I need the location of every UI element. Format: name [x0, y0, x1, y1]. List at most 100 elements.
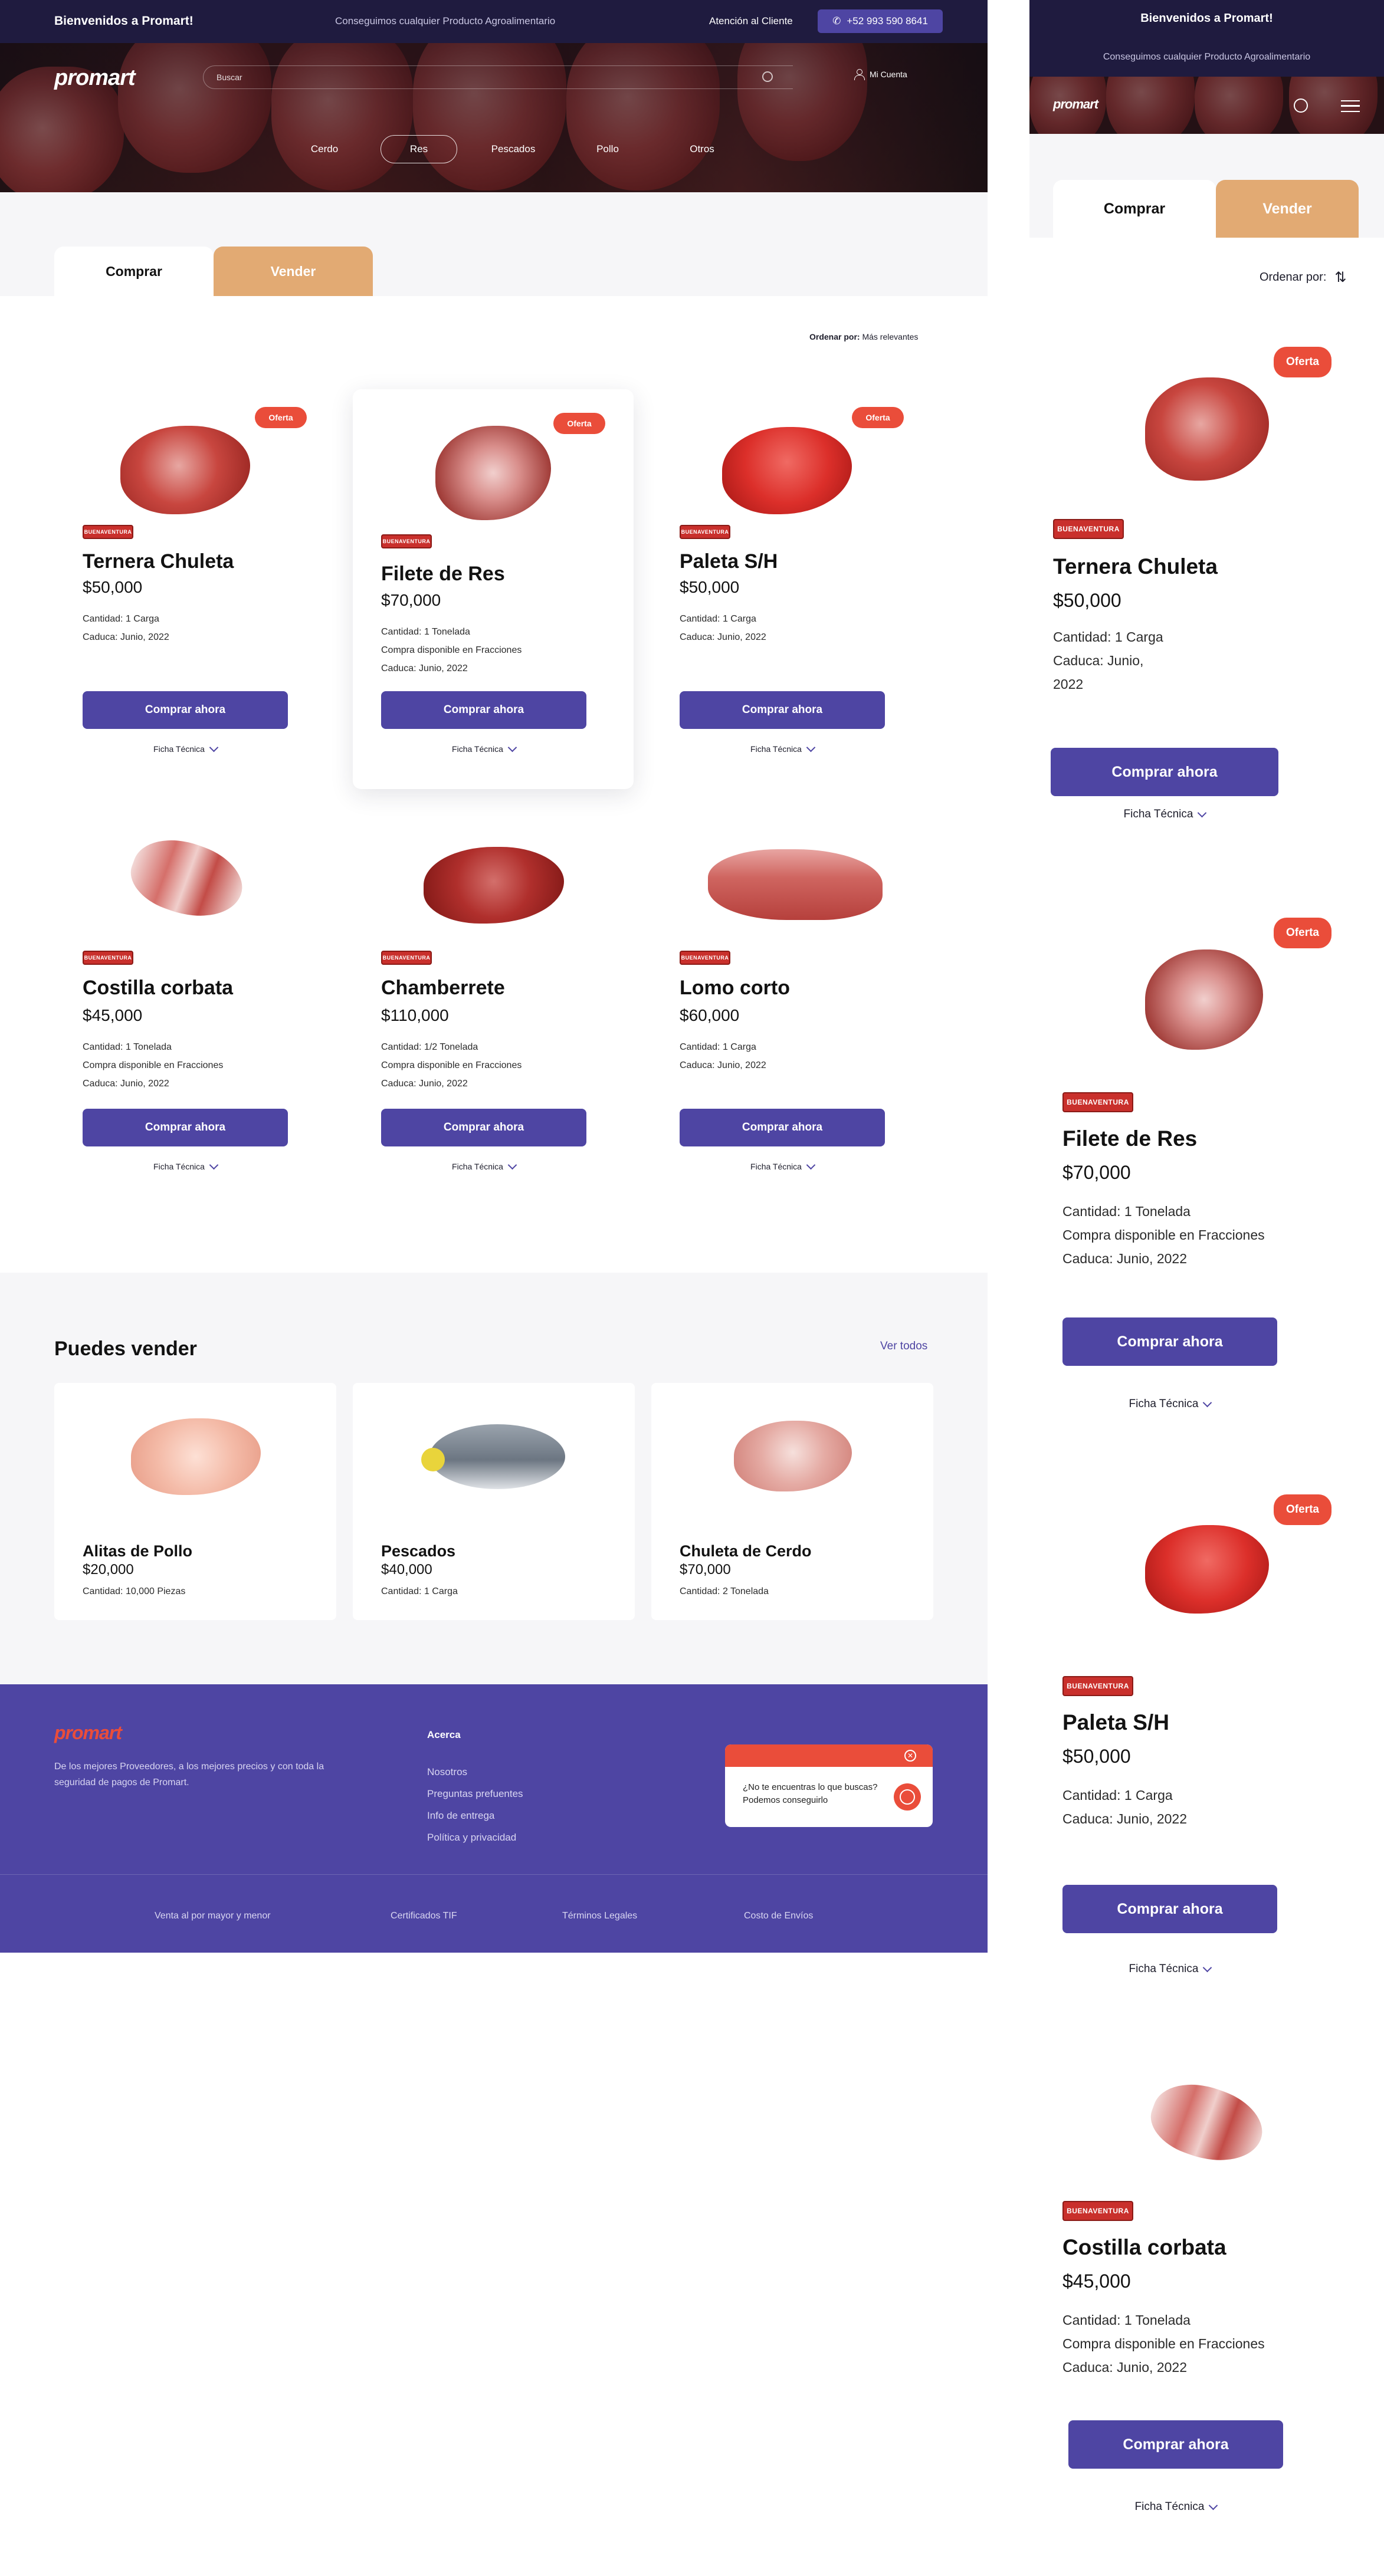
product-name: Costilla corbata	[1062, 2235, 1226, 2259]
tab-vender[interactable]: Vender	[1216, 180, 1359, 238]
buy-now-button[interactable]: Comprar ahora	[680, 1109, 885, 1146]
ficha-label: Ficha Técnica	[153, 744, 205, 754]
product-card[interactable]: Oferta BUENAVENTURA Filete de Res $70,00…	[353, 389, 634, 789]
buy-now-button[interactable]: Comprar ahora	[1051, 748, 1278, 796]
close-icon[interactable]: ✕	[904, 1750, 916, 1762]
product-detail-line: Cantidad: 1 Tonelada	[83, 1042, 172, 1052]
sort-icon: ⇅	[1334, 270, 1347, 285]
chevron-down-icon	[1203, 1963, 1212, 1972]
menu-icon[interactable]	[1341, 100, 1360, 112]
product-price: $60,000	[680, 1006, 740, 1024]
sell-card[interactable]: Alitas de Pollo $20,000 Cantidad: 10,000…	[54, 1383, 336, 1620]
buy-now-button[interactable]: Comprar ahora	[381, 1109, 586, 1146]
account-link[interactable]: Mi Cuenta	[854, 69, 907, 80]
mobile-product-card[interactable]: Oferta BUENAVENTURA Filete de Res $70,00…	[1029, 908, 1384, 1427]
sell-heading: Puedes vender	[54, 1338, 197, 1360]
buy-now-button[interactable]: Comprar ahora	[1062, 1317, 1277, 1366]
sell-card[interactable]: Chuleta de Cerdo $70,000 Cantidad: 2 Ton…	[651, 1383, 933, 1620]
mobile-product-card[interactable]: Oferta BUENAVENTURA Ternera Chuleta $50,…	[1029, 330, 1384, 849]
phone-button[interactable]: ✆ +52 993 590 8641	[818, 9, 943, 33]
brand-logo: BUENAVENTURA	[381, 534, 432, 548]
ficha-tecnica-toggle[interactable]: Ficha Técnica	[680, 1160, 885, 1171]
mobile-sort-control[interactable]: Ordenar por: ⇅	[1260, 269, 1347, 286]
tab-vender[interactable]: Vender	[214, 247, 373, 296]
product-detail-line: Caduca: Junio, 2022	[381, 1079, 468, 1089]
footer-link-nosotros[interactable]: Nosotros	[427, 1761, 523, 1783]
category-cerdo[interactable]: Cerdo	[277, 135, 372, 163]
sort-label: Ordenar por:	[1260, 271, 1327, 284]
ficha-tecnica-toggle[interactable]: Ficha Técnica	[381, 1160, 586, 1171]
chevron-down-icon	[1198, 808, 1207, 817]
tab-comprar[interactable]: Comprar	[1053, 180, 1216, 238]
footer-link-delivery[interactable]: Info de entrega	[427, 1805, 523, 1826]
ficha-tecnica-toggle[interactable]: Ficha Técnica	[1068, 2501, 1283, 2513]
ficha-tecnica-toggle[interactable]: Ficha Técnica	[381, 742, 586, 754]
ficha-tecnica-toggle[interactable]: Ficha Técnica	[680, 742, 885, 754]
footer-link-privacy[interactable]: Política y privacidad	[427, 1826, 523, 1848]
promart-logo[interactable]: promart	[54, 65, 136, 91]
buy-now-button[interactable]: Comprar ahora	[1068, 2420, 1283, 2469]
footer-link-faq[interactable]: Preguntas prefuentes	[427, 1783, 523, 1805]
product-detail-line: Cantidad: 1 Carga	[1062, 1788, 1173, 1803]
footer-bottom-link[interactable]: Venta al por mayor y menor	[155, 1911, 271, 1921]
product-detail-line: Cantidad: 1 Carga	[83, 614, 159, 624]
search-input[interactable]: Buscar	[203, 65, 793, 89]
buy-now-button[interactable]: Comprar ahora	[680, 691, 885, 729]
mobile-product-card[interactable]: BUENAVENTURA Costilla corbata $45,000 Ca…	[1029, 2064, 1384, 2576]
footer-links: Nosotros Preguntas prefuentes Info de en…	[427, 1761, 523, 1848]
mobile-product-card[interactable]: Oferta BUENAVENTURA Paleta S/H $50,000 C…	[1029, 1486, 1384, 1982]
product-name: Filete de Res	[1062, 1126, 1198, 1151]
customer-service-link[interactable]: Atención al Cliente	[709, 15, 793, 27]
product-detail-line: Caduca: Junio, 2022	[1062, 1251, 1187, 1266]
ficha-tecnica-toggle[interactable]: Ficha Técnica	[1062, 1398, 1277, 1411]
product-name: Filete de Res	[381, 563, 505, 585]
product-detail-line: Cantidad: 1 Tonelada	[1062, 2312, 1190, 2328]
tab-comprar[interactable]: Comprar	[54, 247, 214, 296]
brand-logo: BUENAVENTURA	[83, 951, 133, 965]
product-price: $50,000	[1053, 590, 1121, 611]
category-pollo[interactable]: Pollo	[560, 135, 655, 163]
product-card[interactable]: BUENAVENTURA Chamberrete $110,000 Cantid…	[353, 814, 634, 1197]
category-pescados[interactable]: Pescados	[466, 135, 560, 163]
footer-bottom-link[interactable]: Certificados TIF	[391, 1911, 457, 1921]
chevron-down-icon	[209, 1160, 219, 1169]
mobile-tab-area: Comprar Vender	[1029, 134, 1384, 238]
whatsapp-button[interactable]	[894, 1783, 921, 1811]
category-otros[interactable]: Otros	[655, 135, 749, 163]
footer-logo[interactable]: promart	[54, 1722, 122, 1744]
see-all-link[interactable]: Ver todos	[880, 1340, 927, 1353]
footer-bottom-link[interactable]: Términos Legales	[562, 1911, 637, 1921]
ficha-tecnica-toggle[interactable]: Ficha Técnica	[83, 742, 288, 754]
sell-card[interactable]: Pescados $40,000 Cantidad: 1 Carga	[353, 1383, 635, 1620]
sell-section: Puedes vender Ver todos Alitas de Pollo …	[0, 1273, 988, 1684]
product-name: Ternera Chuleta	[1053, 554, 1218, 579]
buy-now-button[interactable]: Comprar ahora	[381, 691, 586, 729]
product-price: $70,000	[1062, 1162, 1131, 1183]
category-res[interactable]: Res	[381, 135, 457, 163]
product-image	[722, 427, 852, 514]
product-card[interactable]: Oferta BUENAVENTURA Ternera Chuleta $50,…	[54, 383, 335, 767]
footer-bottom-link[interactable]: Costo de Envíos	[744, 1911, 813, 1921]
chevron-down-icon	[507, 742, 517, 752]
ficha-tecnica-toggle[interactable]: Ficha Técnica	[1051, 808, 1278, 821]
ficha-label: Ficha Técnica	[1129, 1963, 1199, 1975]
product-name: Ternera Chuleta	[83, 550, 234, 573]
chevron-down-icon	[806, 742, 816, 752]
product-price: $50,000	[680, 578, 740, 596]
search-icon[interactable]	[762, 71, 773, 82]
search-icon[interactable]	[1294, 98, 1308, 113]
ficha-tecnica-toggle[interactable]: Ficha Técnica	[1062, 1963, 1277, 1976]
chevron-down-icon	[209, 742, 219, 752]
buy-now-button[interactable]: Comprar ahora	[83, 1109, 288, 1146]
buy-now-button[interactable]: Comprar ahora	[1062, 1885, 1277, 1933]
ficha-tecnica-toggle[interactable]: Ficha Técnica	[83, 1160, 288, 1171]
mobile-logo[interactable]: promart	[1053, 97, 1098, 112]
product-card[interactable]: BUENAVENTURA Lomo corto $60,000 Cantidad…	[651, 814, 932, 1197]
buy-now-button[interactable]: Comprar ahora	[83, 691, 288, 729]
brand-logo: BUENAVENTURA	[83, 525, 133, 539]
product-detail-line: Cantidad: 1 Carga	[680, 1042, 756, 1052]
sort-control[interactable]: Ordenar por: Más relevantes	[809, 332, 918, 341]
product-card[interactable]: BUENAVENTURA Costilla corbata $45,000 Ca…	[54, 814, 335, 1197]
tabs: Comprar Vender	[54, 247, 373, 296]
product-card[interactable]: Oferta BUENAVENTURA Paleta S/H $50,000 C…	[651, 383, 932, 767]
